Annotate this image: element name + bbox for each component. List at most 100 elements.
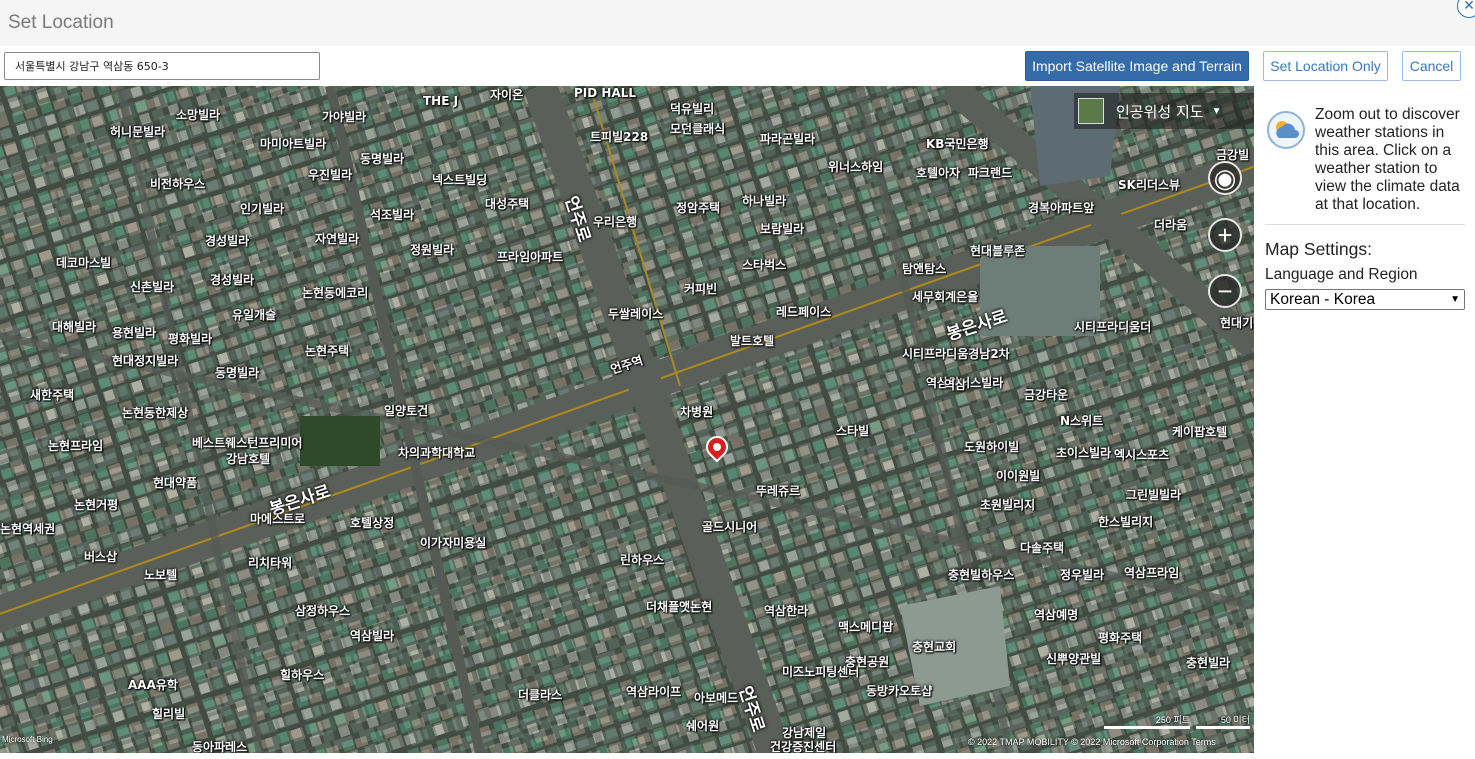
place-label: 초이스빌라 xyxy=(1056,446,1112,460)
place-label: 케이팝호텔 xyxy=(1172,425,1228,439)
place-label: 대해빌라 xyxy=(52,320,97,334)
language-select-value: Korean - Korea xyxy=(1270,290,1376,308)
place-label: 새한주택 xyxy=(30,388,75,402)
place-label: 논현프라임 xyxy=(48,439,104,453)
set-location-dialog: Set Location ✕ Import Satellite Image an… xyxy=(0,0,1475,759)
place-label: 경성빌라 xyxy=(210,273,255,287)
map-type-label: 인공위성 지도 xyxy=(1116,102,1204,121)
place-label: 현대블루존 xyxy=(970,244,1026,258)
place-label: 일양토건 xyxy=(384,404,429,418)
place-label: 호텔상정 xyxy=(350,516,395,530)
place-label: 허니문빌라 xyxy=(110,125,166,139)
place-label: 강남호텔 xyxy=(226,452,271,466)
place-label: 역삼프라임 xyxy=(1124,566,1180,580)
map-settings-title: Map Settings: xyxy=(1265,239,1372,259)
place-label: 이가자미용실 xyxy=(420,536,487,550)
satellite-map[interactable]: 봉은사로 봉은사로 언주로 언주로 자이온 PID HALL THE J 가야빌… xyxy=(0,86,1254,753)
place-label: 인기빌라 xyxy=(240,202,285,216)
place-label: 베스트웨스턴프리미어 xyxy=(192,436,303,450)
place-label: 마에스트로 xyxy=(250,512,306,526)
satellite-thumbnail-icon xyxy=(1078,98,1104,124)
place-label: 유일개술 xyxy=(232,308,277,322)
place-label: 역삼한라 xyxy=(764,604,809,618)
place-label: 금강타운 xyxy=(1024,388,1069,402)
place-label: 발트호텔 xyxy=(730,334,775,348)
place-label: 경성빌라 xyxy=(205,234,250,248)
map-attribution[interactable]: © 2022 TMAP MOBILITY © 2022 Microsoft Co… xyxy=(968,737,1216,747)
zoom-in-icon[interactable]: + xyxy=(1208,218,1242,252)
chevron-down-icon: ▼ xyxy=(1450,294,1460,305)
place-label: 논현동에코리 xyxy=(302,286,369,300)
place-label: 경복아파트앞 xyxy=(1028,201,1095,215)
place-label: 논현역세권 xyxy=(0,522,56,536)
place-label: 세무회계은율 xyxy=(912,290,979,304)
place-label: 현대정지빌라 xyxy=(112,354,179,368)
import-satellite-button[interactable]: Import Satellite Image and Terrain xyxy=(1025,51,1249,81)
place-label: 우진빌라 xyxy=(308,168,353,182)
place-label: 덕유빌리 xyxy=(670,102,715,116)
place-label: 트피빌228 xyxy=(590,130,649,144)
place-label: 충현빌하우스 xyxy=(948,568,1015,582)
place-label: 버스삽 xyxy=(84,550,118,564)
place-label: 동방카오토샵 xyxy=(866,684,933,698)
place-label: 역삼라이프 xyxy=(626,685,682,699)
place-label: 힐리빌 xyxy=(152,707,186,721)
place-label: 프라임아파트 xyxy=(497,250,564,264)
place-label: 노보텔 xyxy=(144,568,178,582)
place-label: 보람빌라 xyxy=(760,222,805,236)
locate-me-icon[interactable]: ◉ xyxy=(1208,161,1242,195)
map-type-selector[interactable]: 인공위성 지도 ▼ xyxy=(1074,93,1254,129)
place-label: 골드시니어 xyxy=(702,520,758,534)
place-label: 논현거평 xyxy=(74,498,119,512)
weather-info-text: Zoom out to discover weather stations in… xyxy=(1315,106,1460,213)
place-label: 현대약품 xyxy=(153,476,198,490)
place-label: AAA유학 xyxy=(128,678,178,692)
place-label: 뚜레쥬르 xyxy=(756,484,801,498)
place-label: 그린빌빌라 xyxy=(1126,488,1182,502)
bing-logo: Microsoft Bing xyxy=(2,735,53,744)
language-region-label: Language and Region xyxy=(1265,266,1418,283)
place-label: 석조빌라 xyxy=(370,208,415,222)
zoom-out-icon[interactable]: − xyxy=(1208,274,1242,308)
place-label: 커피빈 xyxy=(684,282,718,296)
place-label: 현대기 xyxy=(1220,316,1254,330)
language-region-select[interactable]: Korean - Korea ▼ xyxy=(1265,289,1465,310)
address-input[interactable] xyxy=(4,52,320,80)
place-label: 호텔아자 xyxy=(916,166,961,180)
place-label: 더클라스 xyxy=(518,688,563,702)
scale-bar-meters: 50 미터 xyxy=(1196,713,1250,729)
place-label: 충현빌라 xyxy=(1186,656,1231,670)
set-location-only-button[interactable]: Set Location Only xyxy=(1263,51,1388,81)
sidebar: Zoom out to discover weather stations in… xyxy=(1255,86,1475,759)
place-label: 탐앤탐스 xyxy=(902,262,947,276)
place-label: 차의과학대학교 xyxy=(398,446,476,460)
place-label: 동명빌라 xyxy=(215,366,260,380)
place-label: 맥스메디팜 xyxy=(838,620,894,634)
place-label: 자연빌라 xyxy=(315,232,360,246)
place-label: 스타벅스 xyxy=(742,258,787,272)
place-label: 엑시스포츠 xyxy=(1114,448,1170,462)
cancel-button[interactable]: Cancel xyxy=(1402,51,1461,81)
place-label: 두쌀레이스 xyxy=(608,307,664,321)
place-label: 논현주택 xyxy=(305,344,350,358)
place-label: 위너스하임 xyxy=(828,160,884,174)
place-label: 힐하우스 xyxy=(280,668,325,682)
chevron-down-icon: ▼ xyxy=(1211,105,1222,117)
place-label: KB국민은행 xyxy=(926,137,989,151)
dialog-title: Set Location xyxy=(8,12,114,33)
place-label: 정우빌라 xyxy=(1060,568,1105,582)
place-label: 삼정하우스 xyxy=(295,604,351,618)
place-label: 파라곤빌라 xyxy=(760,132,816,146)
place-label: 스타빌 xyxy=(836,424,870,438)
place-label: 정원빌라 xyxy=(410,243,455,257)
place-label: 충현교회 xyxy=(912,640,957,654)
place-label: 마미아트빌라 xyxy=(260,137,327,151)
place-label: 용현빌라 xyxy=(112,326,157,340)
place-label: 평화빌라 xyxy=(168,332,213,346)
place-label: 쉐어원 xyxy=(686,719,720,733)
place-label: 역삼 xyxy=(944,378,967,392)
place-label: 소망빌라 xyxy=(176,108,221,122)
place-label: 신촌빌라 xyxy=(130,280,175,294)
place-label: 데코마스빌 xyxy=(56,256,112,270)
place-label: 리치타워 xyxy=(248,556,293,570)
